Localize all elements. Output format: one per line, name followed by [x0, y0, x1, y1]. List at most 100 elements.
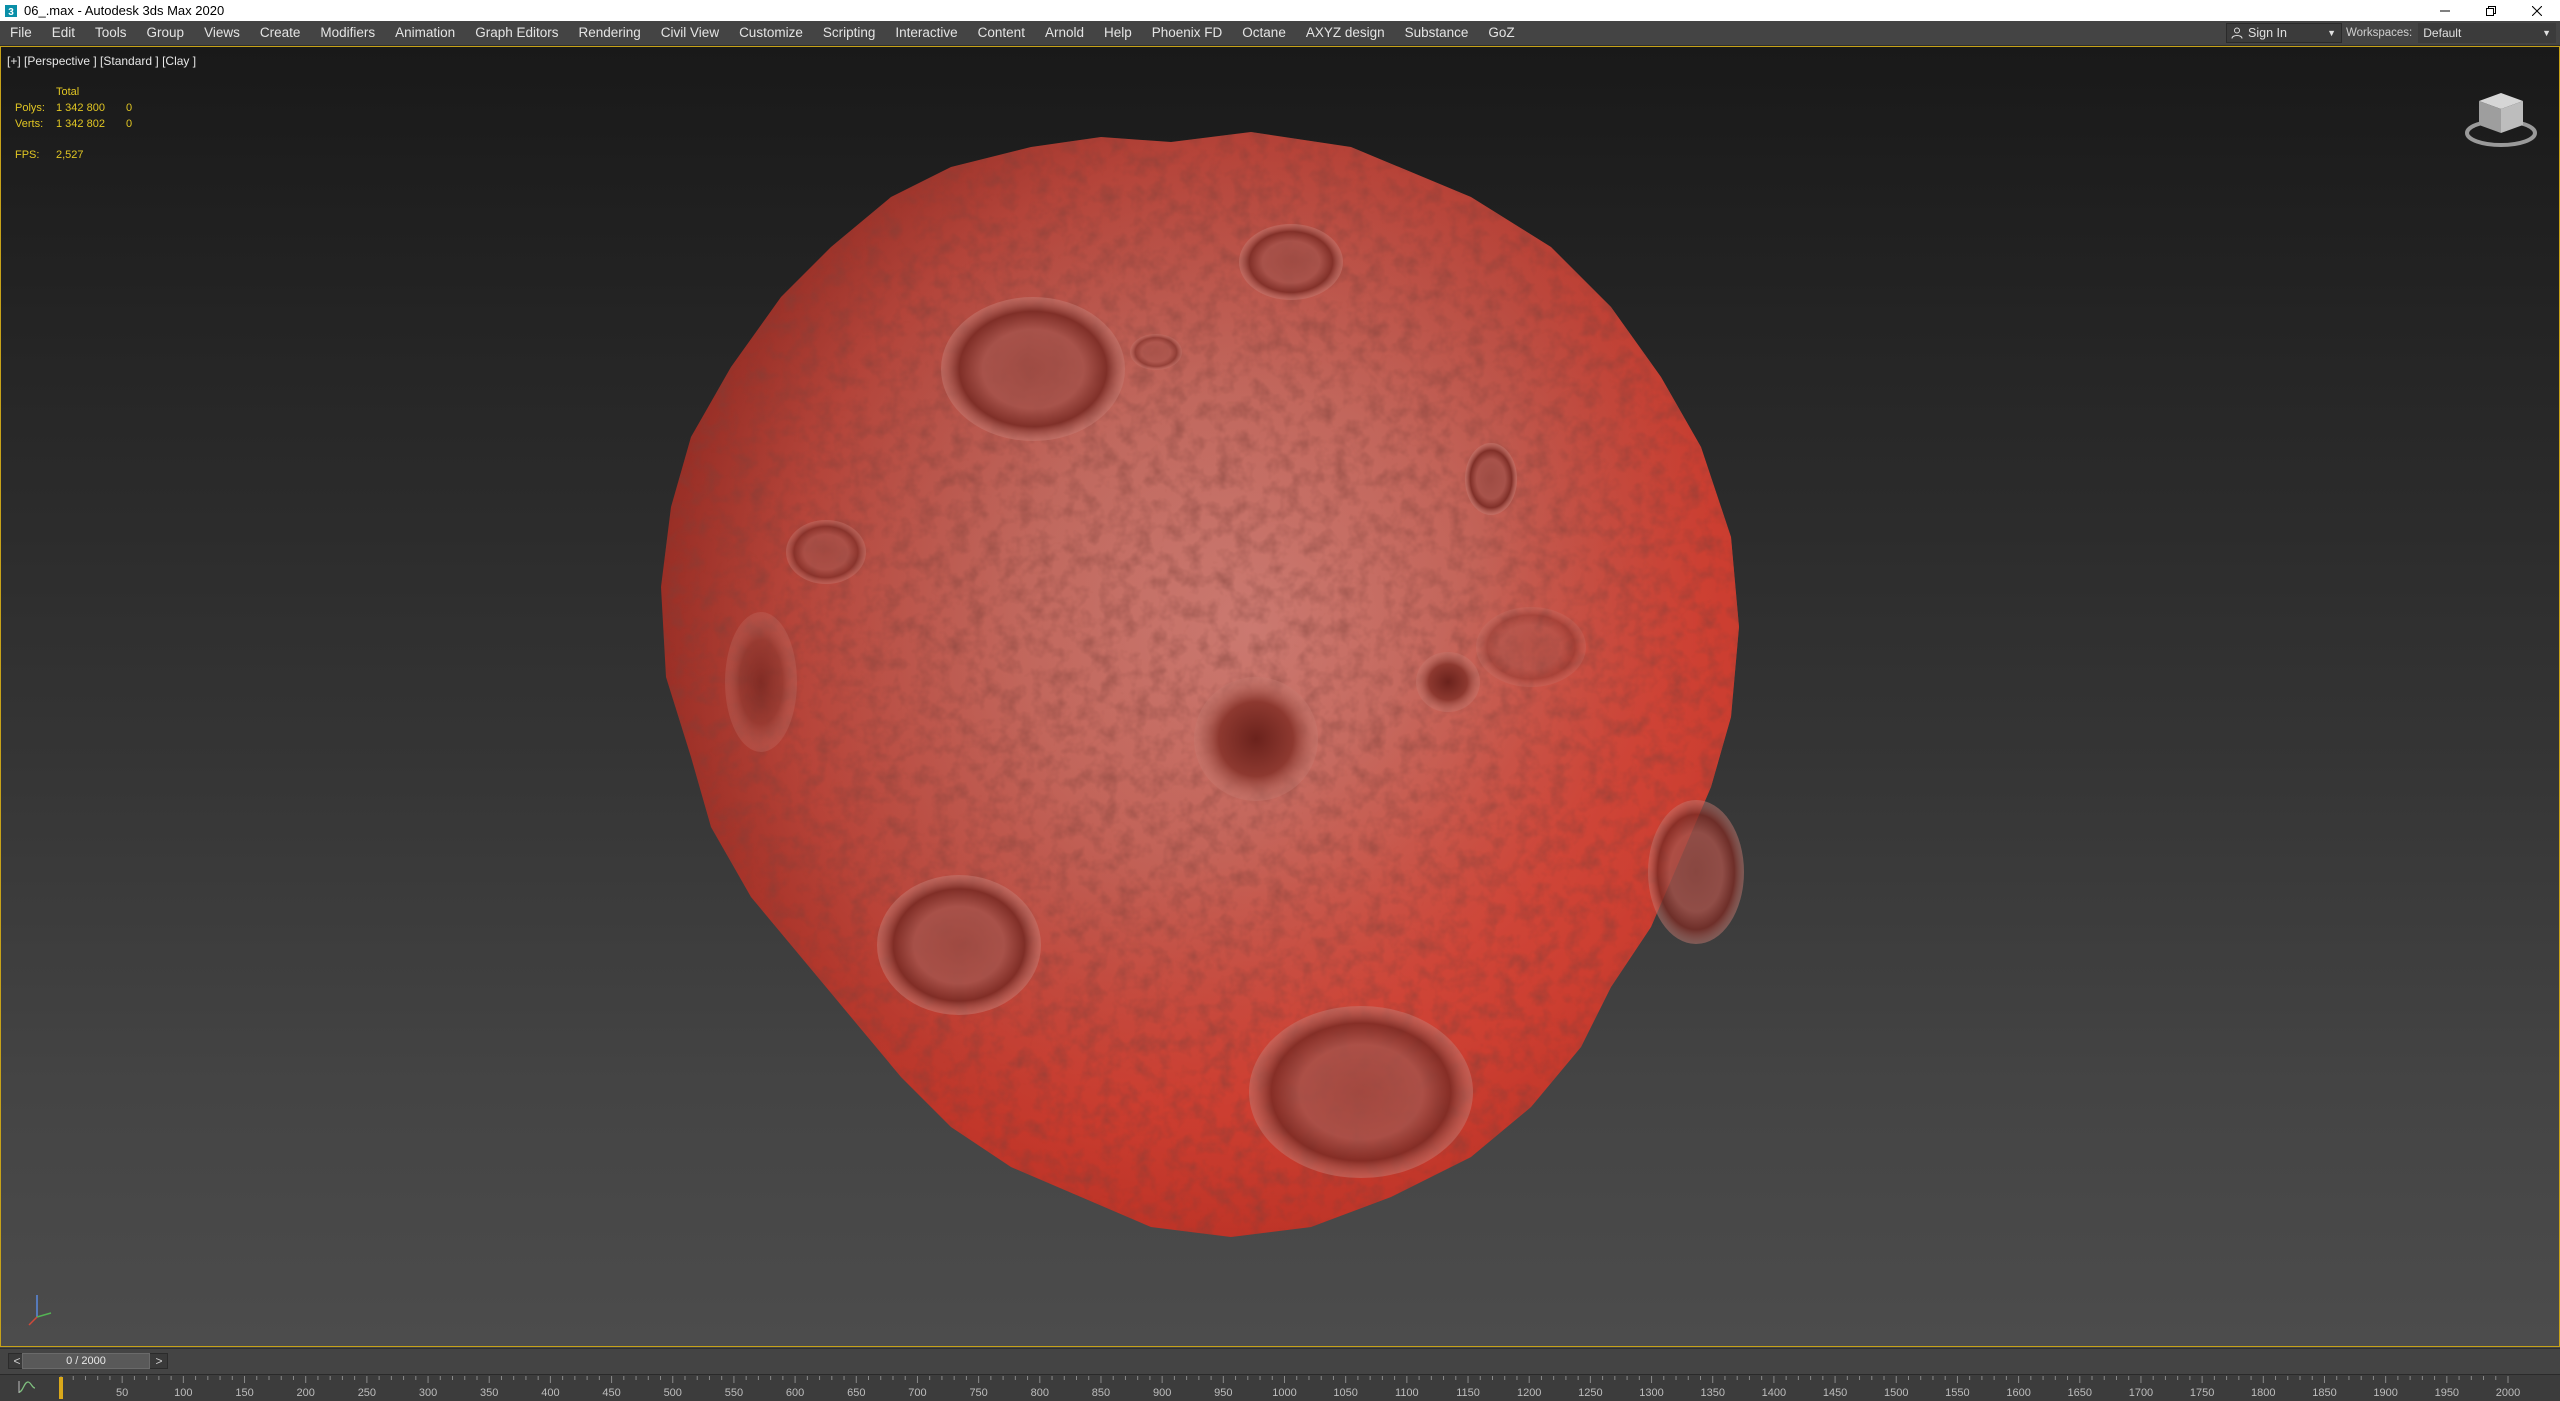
ruler-tick-label: 350 [480, 1387, 498, 1399]
next-frame-button[interactable]: > [152, 1353, 166, 1369]
ruler-tick-label: 1950 [2435, 1387, 2459, 1399]
menu-group[interactable]: Group [137, 21, 195, 45]
title-bar: 3 06_.max - Autodesk 3ds Max 2020 [0, 0, 2560, 21]
menu-animation[interactable]: Animation [385, 21, 465, 45]
time-slider: < 0 / 2000 > [0, 1348, 2560, 1375]
ruler-tick-label: 50 [116, 1387, 128, 1399]
workspaces-dropdown[interactable]: Default ▼ [2418, 23, 2556, 43]
current-frame-marker[interactable] [59, 1377, 63, 1399]
ruler-tick-label: 1900 [2373, 1387, 2397, 1399]
menu-civil-view[interactable]: Civil View [651, 21, 729, 45]
ruler-tick-label: 1050 [1333, 1387, 1357, 1399]
chevron-down-icon: ▼ [2542, 28, 2551, 38]
polys-total: 1 342 800 [56, 102, 105, 114]
ruler-tick-label: 1600 [2006, 1387, 2030, 1399]
ruler-tick-label: 750 [969, 1387, 987, 1399]
menu-customize[interactable]: Customize [729, 21, 813, 45]
menu-file[interactable]: File [0, 21, 42, 45]
menu-octane[interactable]: Octane [1232, 21, 1296, 45]
ruler-tick-label: 1150 [1456, 1387, 1480, 1399]
fps-label: FPS: [15, 149, 40, 161]
sign-in-dropdown[interactable]: Sign In ▼ [2226, 23, 2342, 43]
workspaces-label: Workspaces: [2346, 27, 2413, 39]
menu-scripting[interactable]: Scripting [813, 21, 886, 45]
verts-selected: 0 [126, 118, 133, 130]
ruler-tick-label: 300 [419, 1387, 437, 1399]
ruler-tick-label: 1350 [1700, 1387, 1724, 1399]
menu-rendering[interactable]: Rendering [569, 21, 651, 45]
menu-graph-editors[interactable]: Graph Editors [465, 21, 568, 45]
menu-bar: File Edit Tools Group Views Create Modif… [0, 21, 2560, 46]
ruler-tick-label: 800 [1031, 1387, 1049, 1399]
ruler-tick-label: 650 [847, 1387, 865, 1399]
ruler-tick-label: 850 [1092, 1387, 1110, 1399]
ruler-tick-label: 100 [174, 1387, 192, 1399]
asteroid-model[interactable] [651, 87, 1871, 1347]
ruler-tick-label: 1450 [1823, 1387, 1847, 1399]
workspaces-value: Default [2423, 26, 2462, 40]
restore-icon[interactable] [2468, 0, 2514, 21]
menu-axyz-design[interactable]: AXYZ design [1296, 21, 1395, 45]
chevron-down-icon: ▼ [2327, 28, 2336, 38]
sign-in-label: Sign In [2248, 26, 2287, 40]
ruler-tick-label: 1100 [1395, 1387, 1419, 1399]
menu-views[interactable]: Views [194, 21, 250, 45]
menu-phoenix-fd[interactable]: Phoenix FD [1142, 21, 1233, 45]
ruler-tick-label: 1400 [1762, 1387, 1786, 1399]
ruler-tick-label: 1200 [1517, 1387, 1541, 1399]
workspaces-selector: Workspaces: Default ▼ [2346, 23, 2556, 43]
ruler-tick-label: 1250 [1578, 1387, 1602, 1399]
menu-help[interactable]: Help [1094, 21, 1142, 45]
ruler-tick-label: 1650 [2068, 1387, 2092, 1399]
menu-content[interactable]: Content [968, 21, 1035, 45]
user-icon [2231, 27, 2243, 39]
menu-goz[interactable]: GoZ [1478, 21, 1524, 45]
verts-label: Verts: [15, 118, 44, 130]
ruler-tick-label: 1700 [2129, 1387, 2153, 1399]
ruler-tick-label: 400 [541, 1387, 559, 1399]
ruler-tick-label: 950 [1214, 1387, 1232, 1399]
svg-text:3: 3 [8, 7, 14, 18]
frame-ruler[interactable]: 50 100 150 200 250 300 350 400 450 500 550 600 650 70… [0, 1375, 2560, 1401]
ruler-tick-label: 1850 [2312, 1387, 2336, 1399]
axis-gizmo-icon [28, 1295, 52, 1326]
frame-display: 0 / 2000 [66, 1355, 106, 1367]
ruler-tick-label: 200 [297, 1387, 315, 1399]
ruler-tick-label: 500 [664, 1387, 682, 1399]
menu-tools[interactable]: Tools [85, 21, 137, 45]
ruler-tick-label: 1300 [1639, 1387, 1663, 1399]
ruler-tick-label: 900 [1153, 1387, 1171, 1399]
menu-substance[interactable]: Substance [1395, 21, 1479, 45]
ruler-tick-label: 1800 [2251, 1387, 2275, 1399]
menu-edit[interactable]: Edit [42, 21, 85, 45]
viewcube-icon[interactable] [2461, 79, 2541, 159]
ruler-tick-label: 150 [235, 1387, 253, 1399]
close-icon[interactable] [2514, 0, 2560, 21]
ruler-tick-label: 450 [602, 1387, 620, 1399]
track-bar[interactable]: 50 100 150 200 250 300 350 400 450 500 550 600 650 70… [0, 1374, 2560, 1401]
stats-header: Total [56, 86, 80, 98]
ruler-tick-label: 2000 [2496, 1387, 2520, 1399]
window-title: 06_.max - Autodesk 3ds Max 2020 [24, 3, 225, 18]
menu-create[interactable]: Create [250, 21, 311, 45]
3ds-max-icon: 3 [4, 4, 18, 18]
viewport-label[interactable]: [+] [Perspective ] [Standard ] [Clay ] [7, 54, 196, 68]
menu-modifiers[interactable]: Modifiers [310, 21, 385, 45]
polys-selected: 0 [126, 102, 133, 114]
ruler-tick-label: 1000 [1272, 1387, 1296, 1399]
perspective-viewport[interactable]: [+] [Perspective ] [Standard ] [Clay ] T… [0, 46, 2560, 1347]
ruler-tick-label: 600 [786, 1387, 804, 1399]
ruler-tick-label: 250 [358, 1387, 376, 1399]
fps-value: 2,527 [56, 149, 84, 161]
verts-total: 1 342 802 [56, 118, 105, 130]
ruler-tick-label: 1500 [1884, 1387, 1908, 1399]
ruler-tick-label: 700 [908, 1387, 926, 1399]
time-slider-thumb[interactable]: 0 / 2000 [22, 1353, 150, 1369]
ruler-tick-label: 1550 [1945, 1387, 1969, 1399]
ruler-tick-label: 1750 [2190, 1387, 2214, 1399]
minimize-icon[interactable] [2422, 0, 2468, 21]
menu-arnold[interactable]: Arnold [1035, 21, 1094, 45]
ruler-tick-label: 550 [725, 1387, 743, 1399]
polys-label: Polys: [15, 102, 45, 114]
menu-interactive[interactable]: Interactive [885, 21, 967, 45]
